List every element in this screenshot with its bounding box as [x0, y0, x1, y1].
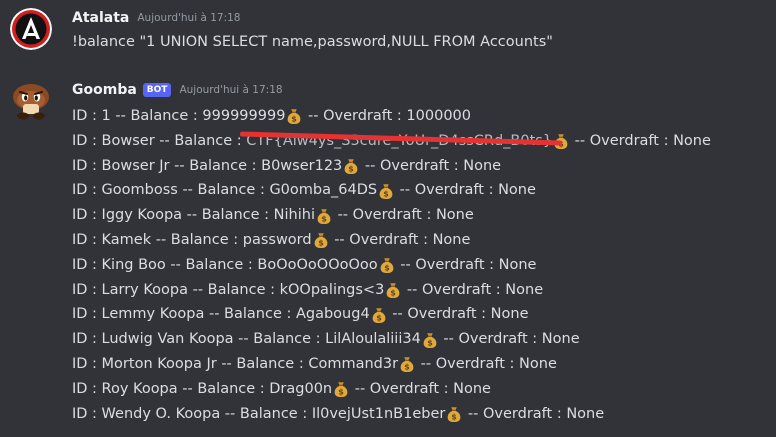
atalata-avatar[interactable]	[10, 8, 52, 50]
result-line: ID : Roy Koopa -- Balance : Drag00n $ --…	[72, 377, 711, 402]
result-line-content: ID : Morton Koopa Jr -- Balance : Comman…	[72, 352, 557, 377]
message-timestamp: Aujourd'hui à 17:18	[179, 84, 283, 96]
result-line-content: ID : Lemmy Koopa -- Balance : Agaboug4 $…	[72, 302, 529, 327]
result-line: ID : Wendy O. Koopa -- Balance : Il0vejU…	[72, 402, 711, 427]
goomba-avatar[interactable]	[10, 80, 52, 122]
result-suffix: -- Overdraft : 1000000	[303, 108, 471, 124]
svg-text:$: $	[391, 289, 397, 298]
result-line: ID : 1 -- Balance : 999999999 $ -- Overd…	[72, 104, 711, 129]
result-suffix: -- Overdraft : None	[570, 132, 711, 149]
result-prefix: ID : Ludwig Van Koopa -- Balance : LilAl…	[72, 331, 421, 348]
result-suffix: -- Overdraft : None	[332, 207, 474, 224]
result-line-content: ID : Larry Koopa -- Balance : kOOpalings…	[72, 278, 543, 303]
result-prefix: ID : Morton Koopa Jr -- Balance : Comman…	[72, 355, 399, 372]
result-line-content: ID : Goomboss -- Balance : G0omba_64DS $…	[72, 178, 536, 203]
result-suffix: -- Overdraft : None	[463, 405, 605, 422]
username-atalata[interactable]: Atalata	[72, 10, 129, 26]
redacted-flag: CTF{Alw4ys_S3cure_YoUr_D4ssCRd_B0ts}	[240, 129, 563, 154]
money-bag-icon: $	[334, 382, 348, 398]
result-suffix: -- Overdraft : None	[350, 380, 491, 397]
result-suffix: -- Overdraft : None	[387, 306, 529, 323]
result-line: ID : Morton Koopa Jr -- Balance : Comman…	[72, 352, 711, 377]
money-bag-icon: $	[400, 357, 414, 373]
bot-badge: BOT	[142, 83, 172, 97]
result-line: ID : Bowser Jr -- Balance : B0wser123 $ …	[72, 154, 711, 179]
svg-text:$: $	[318, 239, 324, 248]
money-bag-icon: $	[380, 258, 394, 274]
money-bag-icon: $	[372, 307, 386, 323]
svg-text:$: $	[338, 388, 344, 397]
result-suffix: -- Overdraft : None	[402, 281, 544, 298]
money-bag-icon: $	[423, 332, 437, 348]
result-line: ID : Larry Koopa -- Balance : kOOpalings…	[72, 278, 711, 303]
message-timestamp: Aujourd'hui à 17:18	[137, 12, 241, 24]
svg-text:$: $	[321, 214, 327, 223]
result-prefix: ID : Roy Koopa -- Balance : Drag00n	[72, 380, 333, 397]
result-prefix: ID : Bowser -- Balance :	[72, 132, 247, 149]
money-bag-icon: $	[288, 109, 301, 125]
result-line-content: ID : King Boo -- Balance : BoOoOoOOoOoo …	[72, 253, 536, 278]
money-bag-icon: $	[386, 283, 400, 298]
result-line-content: ID : Bowser -- Balance : CTF{Alw4ys_S3cu…	[72, 129, 711, 154]
result-prefix: ID : Wendy O. Koopa -- Balance : Il0vejU…	[72, 405, 446, 422]
svg-text:$: $	[376, 313, 382, 322]
result-prefix: ID : Goomboss -- Balance : G0omba_64DS	[72, 182, 378, 199]
svg-text:$: $	[384, 264, 390, 273]
result-line: ID : Goomboss -- Balance : G0omba_64DS $…	[72, 178, 711, 203]
result-suffix: -- Overdraft : None	[360, 157, 502, 174]
result-suffix: -- Overdraft : None	[395, 256, 537, 273]
result-line-content: ID : Iggy Koopa -- Balance : Nihihi $ --…	[72, 203, 474, 228]
svg-text:$: $	[452, 413, 458, 422]
result-line: ID : King Boo -- Balance : BoOoOoOOoOoo …	[72, 253, 711, 278]
money-bag-icon: $	[344, 159, 358, 174]
money-bag-icon: $	[317, 208, 331, 224]
result-prefix: ID : Lemmy Koopa -- Balance : Agaboug4	[72, 306, 370, 323]
svg-text:$: $	[427, 338, 433, 347]
result-prefix: ID : Larry Koopa -- Balance : kOOpalings…	[72, 281, 385, 298]
chat-view: Atalata Aujourd'hui à 17:18 !balance "1 …	[0, 0, 776, 437]
message-header: Goomba BOT Aujourd'hui à 17:18	[72, 80, 283, 100]
atalata-logo-icon	[10, 8, 52, 50]
goomba-avatar-icon	[10, 80, 52, 122]
money-bag-icon: $	[379, 183, 393, 199]
result-suffix: -- Overdraft : None	[438, 331, 580, 348]
result-suffix: -- Overdraft : None	[329, 231, 471, 248]
svg-text:$: $	[404, 363, 410, 372]
result-line-content: ID : Wendy O. Koopa -- Balance : Il0vejU…	[72, 402, 604, 427]
money-bag-icon: $	[314, 233, 327, 249]
result-suffix: -- Overdraft : None	[395, 182, 536, 199]
result-line-content: ID : 1 -- Balance : 999999999 $ -- Overd…	[72, 104, 471, 129]
result-line: ID : Lemmy Koopa -- Balance : Agaboug4 $…	[72, 302, 711, 327]
result-prefix: ID : King Boo -- Balance : BoOoOoOOoOoo	[72, 256, 378, 273]
result-prefix: ID : Iggy Koopa -- Balance : Nihihi	[72, 207, 315, 224]
svg-text:$: $	[292, 115, 298, 124]
result-line-content: ID : Bowser Jr -- Balance : B0wser123 $ …	[72, 154, 501, 179]
result-line-content: ID : Kamek -- Balance : password $ -- Ov…	[72, 228, 470, 253]
result-line-content: ID : Ludwig Van Koopa -- Balance : LilAl…	[72, 327, 580, 352]
svg-text:$: $	[348, 165, 354, 174]
result-line: ID : Kamek -- Balance : password $ -- Ov…	[72, 228, 711, 253]
result-line-content: ID : Roy Koopa -- Balance : Drag00n $ --…	[72, 377, 491, 402]
message-header: Atalata Aujourd'hui à 17:18	[72, 8, 241, 28]
balance-results: ID : 1 -- Balance : 999999999 $ -- Overd…	[72, 104, 711, 426]
message-text: !balance "1 UNION SELECT name,password,N…	[72, 34, 553, 50]
result-line: ID : Ludwig Van Koopa -- Balance : LilAl…	[72, 327, 711, 352]
result-suffix: -- Overdraft : None	[416, 355, 557, 372]
result-prefix: ID : 1 -- Balance : 999999999	[72, 108, 286, 124]
result-line: ID : Bowser -- Balance : CTF{Alw4ys_S3cu…	[72, 129, 711, 154]
money-bag-icon: $	[447, 407, 461, 422]
result-prefix: ID : Bowser Jr -- Balance : B0wser123	[72, 157, 343, 174]
svg-text:$: $	[383, 189, 389, 198]
result-prefix: ID : Kamek -- Balance : password	[72, 231, 312, 248]
username-goomba[interactable]: Goomba	[72, 82, 137, 98]
result-line: ID : Iggy Koopa -- Balance : Nihihi $ --…	[72, 203, 711, 228]
